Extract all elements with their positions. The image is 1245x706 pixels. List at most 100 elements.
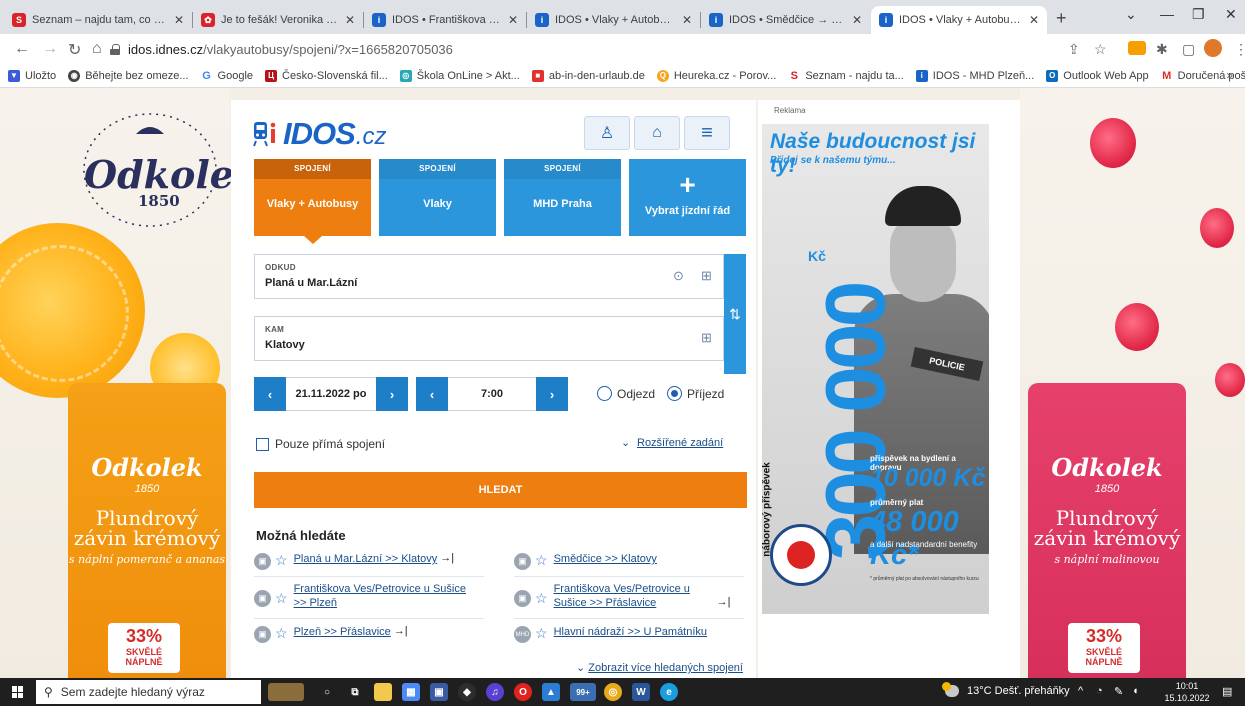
chrome-icon[interactable]: ◎ [604, 683, 622, 701]
favorite-star-icon[interactable]: ☆ [275, 590, 288, 606]
suggestion-item[interactable]: ▣ ☆ Františkova Ves/Petrovice u Sušice >… [514, 582, 744, 610]
locate-icon[interactable]: ⊙ [673, 268, 684, 284]
share-icon[interactable]: ⇪ [1068, 41, 1080, 58]
minimize-button[interactable]: — [1160, 6, 1174, 22]
tab-mhd-praha[interactable]: SPOJENÍ MHD Praha [504, 159, 621, 236]
bookmark-item[interactable]: G Google [200, 69, 253, 82]
calculator-icon[interactable]: ▦ [402, 683, 420, 701]
back-icon[interactable]: ← [14, 40, 30, 58]
browser-tab[interactable]: i IDOS • Vlaky + Autobusy • Vy ✕ [527, 6, 700, 34]
cortana-icon[interactable]: ○ [318, 683, 336, 701]
home-icon[interactable]: ⌂ [92, 40, 102, 58]
tab-vlaky[interactable]: SPOJENÍ Vlaky [379, 159, 496, 236]
favorite-star-icon[interactable]: ☆ [275, 552, 288, 568]
bookmarks-overflow-button[interactable]: » [1226, 68, 1233, 82]
tab-search-icon[interactable]: ⌄ [1125, 6, 1137, 23]
favorite-star-icon[interactable]: ☆ [535, 590, 548, 606]
browser-tab[interactable]: i IDOS • Františkova Ves/Petrov ✕ [364, 6, 526, 34]
taskbar-clock[interactable]: 10:01 15.10.2022 [1162, 680, 1212, 704]
bookmark-item[interactable]: Ц Česko-Slovenská fil... [265, 69, 388, 82]
map-icon[interactable]: ⊞ [701, 330, 712, 346]
advanced-search-link[interactable]: Rozšířené zadání [637, 437, 723, 449]
suggestion-item[interactable]: ▣ ☆ Smědčice >> Klatovy [514, 552, 744, 570]
time-next-button[interactable]: › [536, 377, 568, 411]
music-icon[interactable]: ♫ [486, 683, 504, 701]
word-icon[interactable]: W [632, 683, 650, 701]
fill-in-icon[interactable]: →| [394, 625, 408, 637]
swap-stations-button[interactable]: ⇅ [724, 254, 746, 374]
new-tab-button[interactable]: + [1056, 8, 1067, 29]
file-explorer-icon[interactable] [374, 683, 392, 701]
browser-tab[interactable]: S Seznam – najdu tam, co nezn ✕ [4, 6, 192, 34]
opera-icon[interactable]: O [514, 683, 532, 701]
close-tab-icon[interactable]: ✕ [682, 13, 692, 27]
police-recruitment-banner[interactable]: Naše budoucnost jsi ty! Přidej se k naše… [762, 124, 989, 614]
idos-logo[interactable]: IDOS .cz [253, 116, 386, 152]
bookmark-star-icon[interactable]: ☆ [1094, 41, 1107, 58]
news-widget-icon[interactable] [268, 683, 304, 701]
to-field[interactable]: KAM Klatovy ⊞ [254, 316, 724, 361]
windows-start-icon[interactable] [12, 686, 24, 698]
volume-icon[interactable]: ◖ [1132, 685, 1139, 697]
notifications-icon[interactable]: ▤ [1222, 685, 1232, 698]
restore-button[interactable]: ❐ [1192, 6, 1205, 23]
browser-tab-active[interactable]: i IDOS • Vlaky + Autobusy • Vy ✕ [871, 6, 1047, 34]
weather-text[interactable]: 13°C Dešť. přeháňky [967, 685, 1070, 697]
show-more-searches-link[interactable]: ⌄ Zobrazit více hledaných spojení [576, 661, 743, 674]
favorite-star-icon[interactable]: ☆ [535, 552, 548, 568]
bookmark-item[interactable]: ■ ab-in-den-urlaub.de [531, 69, 645, 82]
task-view-icon[interactable]: ⧉ [346, 683, 364, 701]
suggestion-item[interactable]: ▣ ☆ Plzeň >> Přáslavice →| [254, 625, 484, 643]
suggestion-item[interactable]: ▣ ☆ Planá u Mar.Lázní >> Klatovy →| [254, 552, 484, 570]
bookmark-item[interactable]: ◎ Škola OnLine > Akt... [399, 69, 520, 82]
taskbar-search[interactable]: ⚲ Sem zadejte hledaný výraz [36, 680, 261, 704]
direct-only-checkbox[interactable]: Pouze přímá spojení [256, 437, 385, 451]
map-icon[interactable]: ⊞ [701, 268, 712, 284]
address-bar[interactable]: idos.idnes.cz/vlakyautobusy/spojeni/?x=1… [110, 37, 1110, 61]
close-tab-icon[interactable]: ✕ [345, 13, 355, 27]
favorite-star-icon[interactable]: ☆ [535, 625, 548, 641]
bookmark-item[interactable]: Q Heureka.cz - Porov... [656, 69, 776, 82]
date-next-button[interactable]: › [376, 377, 408, 411]
time-prev-button[interactable]: ‹ [416, 377, 448, 411]
extensions-puzzle-icon[interactable]: ✱ [1156, 41, 1168, 58]
save-app-icon[interactable]: ▣ [430, 683, 448, 701]
mail-badge-icon[interactable]: 99+ [570, 683, 596, 701]
edge-icon[interactable]: e [660, 683, 678, 701]
select-timetable-button[interactable]: + Vybrat jízdní řád [629, 159, 746, 236]
browser-tab[interactable]: i IDOS • Smědčice → Klatovy • ✕ [701, 6, 870, 34]
bookmark-item[interactable]: i IDOS - MHD Plzeň... [915, 69, 1034, 82]
profile-avatar[interactable] [1204, 39, 1222, 57]
bookmark-item[interactable]: S Seznam - najdu ta... [788, 69, 904, 82]
lock-icon[interactable] [110, 43, 120, 55]
date-prev-button[interactable]: ‹ [254, 377, 286, 411]
search-button[interactable]: HLEDAT [254, 472, 747, 508]
network-icon[interactable]: ◔ [1096, 685, 1103, 697]
advertisement[interactable]: Reklama Naše budoucnost jsi ty! Přidej s… [758, 100, 1020, 678]
forward-icon[interactable]: → [42, 40, 58, 58]
tray-chevron-icon[interactable]: ^ [1078, 685, 1083, 697]
tab-vlaky-autobusy[interactable]: SPOJENÍ Vlaky + Autobusy [254, 159, 371, 244]
close-tab-icon[interactable]: ✕ [852, 13, 862, 27]
from-field[interactable]: ODKUD Planá u Mar.Lázní ⊙ ⊞ [254, 254, 724, 299]
close-tab-icon[interactable]: ✕ [1029, 13, 1039, 27]
arrival-radio[interactable]: Příjezd [667, 386, 724, 401]
photos-icon[interactable]: ▲ [542, 683, 560, 701]
pen-icon[interactable]: ✎ [1114, 685, 1123, 698]
close-tab-icon[interactable]: ✕ [174, 13, 184, 27]
bookmark-item[interactable]: ◉ Běhejte bez omeze... [68, 69, 189, 82]
suggestion-item[interactable]: ▣ ☆ Františkova Ves/Petrovice u Sušice >… [254, 582, 484, 610]
favorite-star-icon[interactable]: ☆ [275, 625, 288, 641]
fill-in-icon[interactable]: →| [440, 552, 454, 564]
reload-icon[interactable]: ↻ [68, 40, 81, 60]
browser-tab[interactable]: ✿ Je to fešák! Veronika Žílková ✕ [193, 6, 363, 34]
bookmark-item[interactable]: O Outlook Web App [1046, 69, 1149, 82]
close-window-button[interactable]: ✕ [1225, 6, 1237, 23]
basket-button[interactable]: ⌂ [634, 116, 680, 150]
time-input[interactable]: 7:00 [448, 377, 536, 411]
user-account-button[interactable]: ♙ [584, 116, 630, 150]
menu-icon[interactable]: ⋮ [1234, 41, 1245, 58]
close-tab-icon[interactable]: ✕ [508, 13, 518, 27]
media-icon[interactable]: ◆ [458, 683, 476, 701]
date-input[interactable]: 21.11.2022 po [286, 377, 376, 411]
